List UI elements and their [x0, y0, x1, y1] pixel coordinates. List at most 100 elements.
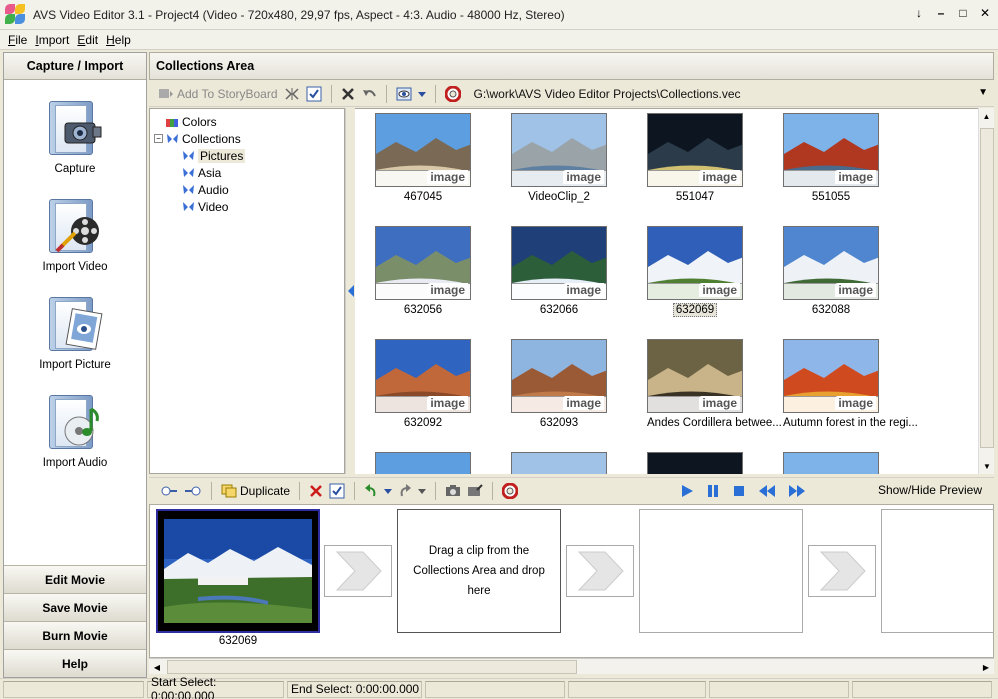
storyboard-check-button[interactable] — [326, 481, 348, 501]
scroll-right-icon[interactable]: ▶ — [978, 659, 994, 675]
scroll-thumb[interactable] — [980, 128, 994, 448]
collection-thumbnail[interactable]: image 467045 — [375, 113, 471, 203]
import-picture-tool[interactable]: Import Picture — [4, 293, 146, 371]
path-dropdown-icon[interactable]: ▼ — [978, 87, 988, 98]
thumbnail-image — [783, 452, 879, 474]
collection-thumbnail[interactable] — [511, 452, 607, 474]
thumbnail-caption: 632092 — [403, 417, 443, 429]
tree-item-pictures[interactable]: Pictures — [154, 147, 344, 164]
transition-slot[interactable] — [808, 545, 876, 597]
start-select-status: Start Select: 0:00:00.000 — [147, 675, 284, 699]
scroll-up-icon[interactable]: ▲ — [979, 108, 994, 124]
transition-slot[interactable] — [566, 545, 634, 597]
music-disc-icon — [45, 391, 105, 453]
import-audio-tool[interactable]: Import Audio — [4, 391, 146, 469]
play-icon — [682, 485, 693, 497]
collection-thumbnail[interactable]: image 632069 — [647, 226, 743, 317]
redo-dropdown[interactable] — [415, 481, 429, 501]
thumbnail-image: image — [647, 226, 743, 300]
scroll-down-icon[interactable]: ▼ — [979, 458, 995, 474]
capture-import-header[interactable]: Capture / Import — [4, 53, 146, 80]
timeline-mode-button[interactable] — [181, 481, 205, 501]
split-icon — [284, 87, 299, 100]
collection-thumbnail[interactable]: image 632056 — [375, 226, 471, 316]
butterfly-icon — [182, 167, 195, 179]
collection-thumbnail[interactable]: image 632066 — [511, 226, 607, 316]
collection-thumbnail[interactable] — [647, 452, 743, 474]
show-hide-preview-button[interactable]: Show/Hide Preview — [878, 483, 982, 497]
undo-button[interactable] — [358, 84, 380, 104]
collection-thumbnail[interactable]: image 551047 — [647, 113, 743, 203]
undo-dropdown[interactable] — [381, 481, 395, 501]
collapse-toggle-icon[interactable]: − — [154, 134, 163, 143]
undo-button[interactable] — [361, 481, 381, 501]
pause-button[interactable] — [703, 481, 723, 501]
tree-item-colors[interactable]: Colors — [154, 113, 344, 130]
menu-file[interactable]: File — [4, 33, 31, 47]
menu-import[interactable]: Import — [31, 33, 73, 47]
play-button[interactable] — [677, 481, 697, 501]
check-all-button[interactable] — [303, 84, 325, 104]
capture-tool[interactable]: Capture — [4, 97, 146, 175]
tree-item-audio[interactable]: Audio — [154, 181, 344, 198]
tree-item-collections[interactable]: − Collections — [154, 130, 344, 147]
drop-clip-slot[interactable]: Drag a clip from the Collections Area an… — [397, 509, 561, 633]
storyboard-horizontal-scrollbar[interactable]: ◀ ▶ — [149, 658, 994, 674]
tree-item-video[interactable]: Video — [154, 198, 344, 215]
view-mode-dropdown[interactable] — [415, 84, 429, 104]
import-video-tool[interactable]: Import Video — [4, 195, 146, 273]
collection-thumbnail[interactable] — [783, 452, 879, 474]
redo-button[interactable] — [395, 481, 415, 501]
scroll-thumb[interactable] — [167, 660, 577, 674]
collection-thumbnail[interactable]: image Andes Cordillera betwee... — [647, 339, 782, 429]
add-to-storyboard-button[interactable]: Add To StoryBoard — [155, 84, 281, 104]
menu-edit[interactable]: Edit — [73, 33, 102, 47]
collapse-left-icon[interactable] — [347, 285, 355, 297]
duplicate-button[interactable]: Duplicate — [218, 481, 293, 501]
collection-thumbnail[interactable]: image 632093 — [511, 339, 607, 429]
timeline-mode-icon — [185, 486, 201, 495]
collection-thumbnail[interactable]: image VideoClip_2 — [511, 113, 607, 203]
scroll-left-icon[interactable]: ◀ — [149, 659, 165, 675]
minimize-button[interactable]: – — [934, 6, 948, 20]
empty-clip-slot[interactable] — [639, 509, 803, 633]
panel-splitter[interactable] — [345, 108, 355, 474]
help-button[interactable]: Help — [4, 649, 146, 677]
fast-forward-button[interactable] — [785, 481, 809, 501]
maximize-button[interactable]: □ — [956, 6, 970, 20]
rewind-button[interactable] — [755, 481, 779, 501]
grid-vertical-scrollbar[interactable]: ▲ ▼ — [978, 108, 994, 474]
image-type-badge: image — [699, 396, 740, 410]
checkbox-icon — [306, 86, 322, 101]
butterfly-icon — [182, 150, 195, 162]
collection-thumbnail[interactable]: image 632092 — [375, 339, 471, 429]
split-button[interactable] — [281, 84, 303, 104]
thumbnail-caption: 551047 — [675, 191, 715, 203]
empty-clip-slot[interactable] — [881, 509, 993, 633]
menu-help[interactable]: Help — [102, 33, 135, 47]
snapshot-button[interactable] — [442, 481, 464, 501]
camera-icon — [45, 97, 105, 159]
close-button[interactable]: ✕ — [978, 6, 992, 20]
storyboard-help-button[interactable] — [499, 481, 521, 501]
tree-item-asia[interactable]: Asia — [154, 164, 344, 181]
storyboard-clip[interactable] — [156, 509, 320, 633]
delete-button[interactable] — [338, 84, 358, 104]
storyboard-mode-button[interactable] — [157, 481, 181, 501]
remove-clip-button[interactable] — [306, 481, 326, 501]
collection-thumbnail[interactable] — [375, 452, 471, 474]
export-frame-button[interactable] — [464, 481, 486, 501]
restore-down-icon[interactable]: ↓ — [912, 6, 926, 20]
transition-slot[interactable] — [324, 545, 392, 597]
butterfly-icon — [182, 184, 195, 196]
edit-movie-button[interactable]: Edit Movie — [4, 565, 146, 593]
help-lifebuoy-button[interactable] — [442, 84, 464, 104]
collection-thumbnail[interactable]: image Autumn forest in the regi... — [783, 339, 918, 429]
snapshot-icon — [446, 484, 461, 496]
collection-thumbnail[interactable]: image 632088 — [783, 226, 879, 316]
burn-movie-button[interactable]: Burn Movie — [4, 621, 146, 649]
collection-thumbnail[interactable]: image 551055 — [783, 113, 879, 203]
view-mode-button[interactable] — [393, 84, 415, 104]
stop-button[interactable] — [729, 481, 749, 501]
save-movie-button[interactable]: Save Movie — [4, 593, 146, 621]
